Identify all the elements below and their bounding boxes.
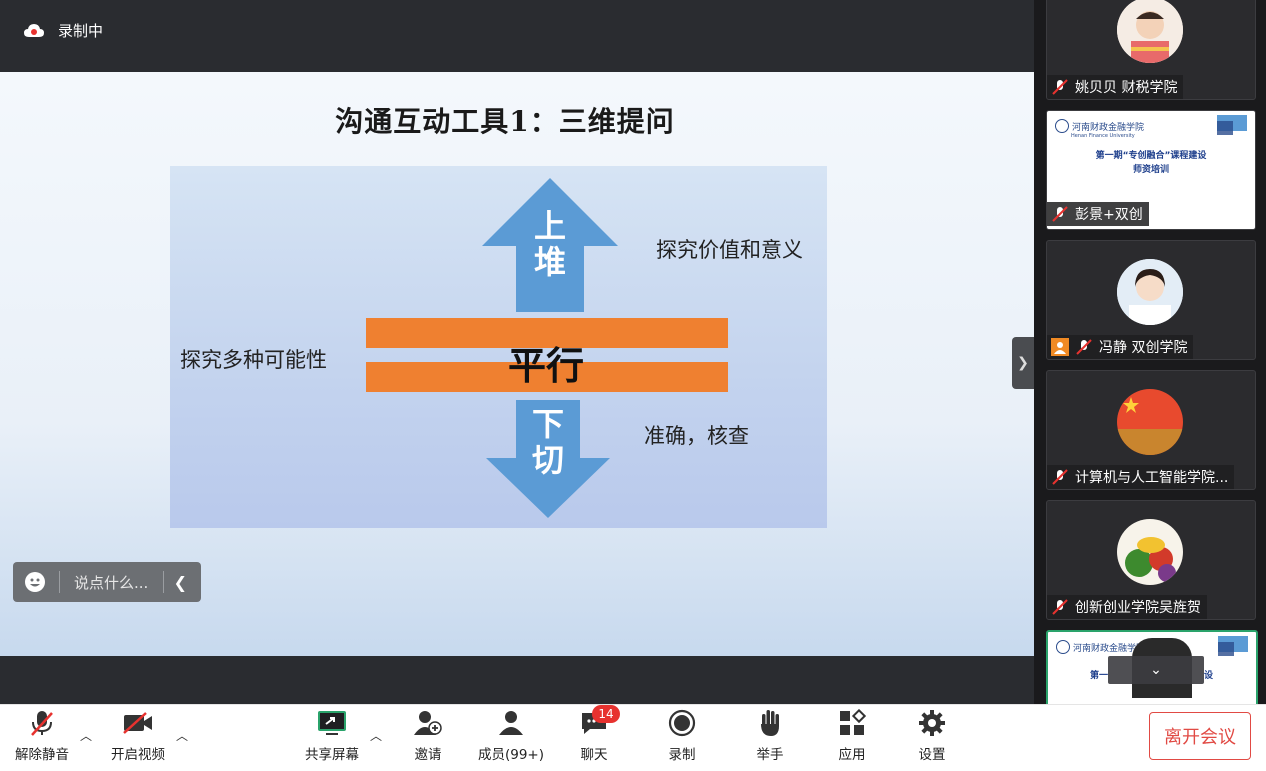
chevron-right-icon: ❯ [1017,355,1029,371]
leave-meeting-button[interactable]: 离开会议 [1149,712,1251,760]
audio-options-caret[interactable]: ︿ [80,727,92,744]
participant-nametag: 姚贝贝 财税学院 [1047,75,1184,99]
sidebar-collapse-handle[interactable]: ❯ [1012,337,1034,389]
slide-title: 沟通互动工具1：三维提问 [335,105,675,138]
chevron-down-icon: ⌄ [1150,662,1162,678]
scroll-down-button[interactable]: ⌄ [1108,656,1204,684]
avatar [1117,259,1183,325]
start-video-button[interactable]: 开启视频 [106,709,170,763]
gear-icon [918,709,946,741]
participant-video-list: 姚贝贝 财税学院 河南财政金融学院 Henan Finance Universi… [1034,0,1266,714]
school-logo: 河南财政金融学院 [1055,119,1144,133]
settings-button[interactable]: 设置 [904,709,960,763]
chat-unread-badge: 14 [592,705,620,723]
mic-muted-icon [28,709,56,741]
hand-icon [757,708,783,742]
slide-deco [1217,121,1233,135]
participant-tile[interactable]: 冯静 双创学院 [1046,240,1256,360]
invite-button[interactable]: 邀请 [400,709,456,763]
mic-muted-icon [1051,205,1069,223]
mic-muted-icon [1051,598,1069,616]
chevron-left-icon[interactable]: ❮ [174,573,187,592]
chat-placeholder[interactable]: 说点什么... [74,572,153,593]
school-emblem-icon [1055,119,1069,133]
members-icon [497,709,525,741]
cloud-record-icon [24,23,44,38]
share-options-caret[interactable]: ︿ [370,727,382,744]
avatar [1117,519,1183,585]
record-icon [668,709,696,741]
up-label: 上堆 [533,207,566,281]
participant-nametag: 彭景+双创 [1047,202,1149,226]
mic-muted-icon [1075,338,1093,356]
participant-tile[interactable]: 计算机与人工智能学院... [1046,370,1256,490]
participant-nametag: 计算机与人工智能学院... [1047,465,1235,489]
members-button[interactable]: 成员(99+) [474,709,548,763]
raise-hand-button[interactable]: 举手 [742,709,798,763]
down-description: 准确，核查 [644,424,749,448]
unmute-button[interactable]: 解除静音 [10,709,74,763]
avatar [1117,0,1183,63]
school-emblem-icon [1056,640,1070,654]
participant-tile[interactable]: 姚贝贝 财税学院 [1046,0,1256,100]
recording-indicator[interactable]: 录制中 [24,20,103,41]
record-button[interactable]: 录制 [654,709,710,763]
three-dimension-diagram: 上堆 探究价值和意义 平行 探究多种可能性 下切 准确，核查 [170,166,827,528]
apps-button[interactable]: 应用 [824,708,880,763]
emoji-icon[interactable] [25,572,45,592]
video-off-icon [122,711,154,739]
share-screen-icon [316,709,348,741]
participant-tile[interactable]: 河南财政金融学院 Henan Finance University 第一期“专创… [1046,110,1256,230]
parallel-description: 探究多种可能性 [180,348,327,372]
slide-deco [1218,642,1234,656]
divider [59,571,60,593]
video-options-caret[interactable]: ︿ [176,727,188,744]
parallel-label: 平行 [508,344,585,388]
divider [162,571,164,593]
avatar [1117,389,1183,455]
slide-heading: 第一期“专创融合”课程建设 师资培训 [1095,151,1207,175]
up-description: 探究价值和意义 [656,238,803,262]
host-icon [1051,338,1069,356]
apps-grid-icon [838,708,867,741]
mic-muted-icon [1051,468,1069,486]
participant-tile[interactable]: 河南财政金融学院 第一 设 ⌄ [1046,630,1258,714]
mic-muted-icon [1051,78,1069,96]
share-screen-button[interactable]: 共享屏幕 [300,709,364,763]
recording-label: 录制中 [58,22,104,40]
add-user-icon [413,709,443,741]
slide-heading-right: 设 [1204,671,1214,681]
chat-quick-input[interactable]: 说点什么... ❮ [13,562,201,602]
participant-nametag: 冯静 双创学院 [1047,335,1194,359]
stage-bottom-bar [0,656,1034,704]
school-logo: 河南财政金融学院 [1056,640,1145,654]
participant-tile[interactable]: 创新创业学院吴旌贺 [1046,500,1256,620]
meeting-top-bar: 录制中 [0,0,1034,72]
participant-nametag: 创新创业学院吴旌贺 [1047,595,1207,619]
meeting-toolbar: 解除静音 ︿ 开启视频 ︿ 共享屏幕 ︿ 邀请 成员(99+) 聊天 14 录制… [0,704,1266,771]
down-label: 下切 [531,405,564,479]
school-english-name: Henan Finance University [1071,133,1135,139]
slide-heading-left: 第一 [1090,671,1109,681]
